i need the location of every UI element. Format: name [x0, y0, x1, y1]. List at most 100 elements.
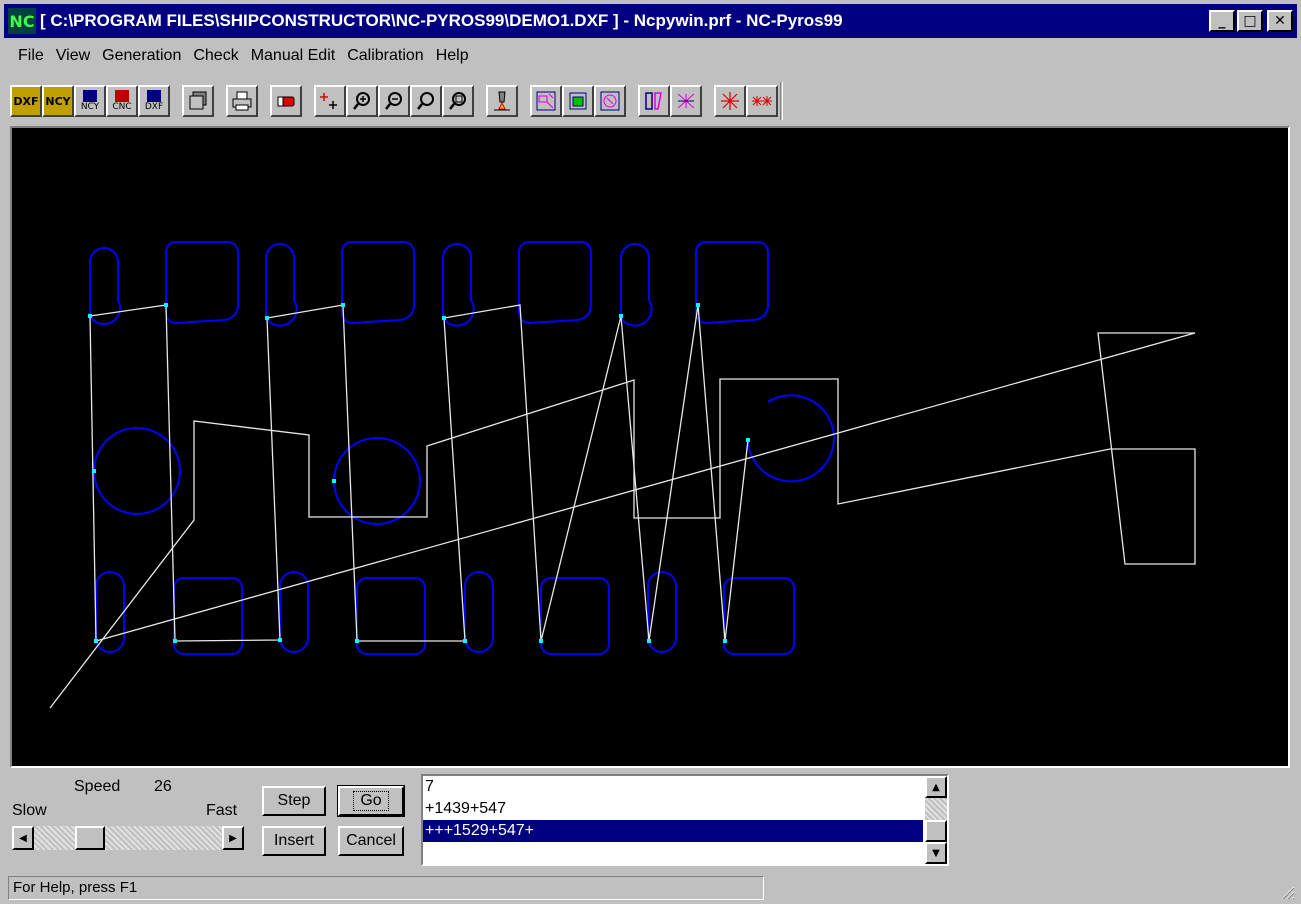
floppy-icon: [147, 90, 161, 102]
intersect-button[interactable]: [670, 85, 702, 117]
window-controls: _ □ ✕: [1209, 10, 1293, 32]
mirror-button[interactable]: [638, 85, 670, 117]
menu-bar: File View Generation Check Manual Edit C…: [0, 42, 475, 70]
open-dxf-label: DXF: [13, 94, 39, 108]
maximize-button[interactable]: □: [1237, 10, 1263, 32]
insert-button[interactable]: Insert: [262, 826, 326, 856]
step-button[interactable]: Step: [262, 786, 326, 816]
speed-slider[interactable]: ◀ ▶: [12, 826, 244, 850]
zoom-in-button[interactable]: [346, 85, 378, 117]
pierce-point: [539, 639, 543, 643]
toolbar: DXF NCY NCY CNC DXF: [10, 80, 1290, 122]
nc-drawing: [49, 241, 1196, 709]
copy-icon: [189, 91, 207, 110]
save-dxf-label: DXF: [144, 102, 164, 112]
part-outline: [341, 241, 415, 325]
zoom-all-button[interactable]: [442, 85, 474, 117]
pierce-point: [278, 638, 282, 642]
copy-button[interactable]: [182, 85, 214, 117]
rotate-icon: [600, 91, 620, 111]
menu-generation[interactable]: Generation: [96, 47, 187, 65]
save-dxf-button[interactable]: DXF: [138, 85, 170, 117]
zoom-window-icon: [417, 92, 434, 110]
pierce-point: [173, 639, 177, 643]
scroll-down-icon[interactable]: ▼: [925, 842, 947, 864]
speed-label: Speed: [74, 778, 121, 795]
pierce-point: [442, 316, 446, 320]
open-ncy-button[interactable]: NCY: [42, 85, 74, 117]
part-outline: [620, 243, 653, 327]
part-icon: [569, 92, 587, 110]
marker-icon: [721, 92, 739, 110]
scroll-up-icon[interactable]: ▲: [925, 776, 947, 798]
nc-code-list[interactable]: 7 +1439+547 +++1529+547+ ▲ ▼: [421, 774, 949, 866]
zoom-out-button[interactable]: [378, 85, 410, 117]
cancel-button[interactable]: Cancel: [338, 826, 404, 856]
zoom-in-icon: [353, 92, 370, 110]
list-item[interactable]: 7: [423, 776, 923, 798]
part-outline: [647, 571, 677, 653]
part-outline: [356, 577, 426, 655]
save-ncy-button[interactable]: NCY: [74, 85, 106, 117]
marker-button[interactable]: [714, 85, 746, 117]
pierce-point: [94, 639, 98, 643]
go-button[interactable]: Go: [337, 785, 405, 817]
print-icon: [232, 91, 252, 111]
pierce-point: [723, 639, 727, 643]
add-point-button[interactable]: [314, 85, 346, 117]
floppy-icon: [83, 90, 97, 102]
slow-label: Slow: [12, 802, 47, 819]
save-cnc-label: CNC: [112, 102, 132, 112]
list-scrollbar[interactable]: ▲ ▼: [925, 776, 947, 864]
minimize-button[interactable]: _: [1209, 10, 1235, 32]
menu-check[interactable]: Check: [187, 47, 244, 65]
eraser-icon: [277, 96, 295, 107]
slider-right-arrow-icon[interactable]: ▶: [222, 826, 244, 850]
app-icon[interactable]: NC: [8, 8, 36, 34]
menu-calibration[interactable]: Calibration: [341, 47, 429, 65]
save-ncy-label: NCY: [80, 102, 100, 112]
pierce-point: [265, 316, 269, 320]
list-item-selected[interactable]: +++1529+547+: [423, 820, 923, 842]
open-dxf-button[interactable]: DXF: [10, 85, 42, 117]
drawing-canvas[interactable]: [10, 126, 1290, 768]
part-outline: [279, 571, 309, 653]
go-label: Go: [353, 791, 389, 811]
resize-grip-icon[interactable]: [1279, 884, 1295, 900]
menu-file[interactable]: File: [12, 47, 50, 65]
save-cnc-button[interactable]: CNC: [106, 85, 138, 117]
open-ncy-label: NCY: [45, 94, 71, 108]
mirror-icon: [645, 92, 662, 110]
slider-left-arrow-icon[interactable]: ◀: [12, 826, 34, 850]
menu-manual-edit[interactable]: Manual Edit: [245, 47, 342, 65]
menu-help[interactable]: Help: [430, 47, 475, 65]
menu-view[interactable]: View: [50, 47, 96, 65]
slider-thumb[interactable]: [75, 826, 105, 850]
scroll-thumb[interactable]: [925, 820, 947, 842]
zoom-window-button[interactable]: [410, 85, 442, 117]
list-item[interactable]: +1439+547: [423, 798, 923, 820]
layout-button[interactable]: [530, 85, 562, 117]
title-bar: NC [ C:\PROGRAM FILES\SHIPCONSTRUCTOR\NC…: [0, 0, 1301, 40]
zoom-all-icon: [449, 92, 466, 110]
torch-icon: [494, 91, 510, 111]
pierce-point: [463, 639, 467, 643]
eraser-button[interactable]: [270, 85, 302, 117]
status-text: For Help, press F1: [8, 876, 764, 900]
rotate-button[interactable]: [594, 85, 626, 117]
window-title: [ C:\PROGRAM FILES\SHIPCONSTRUCTOR\NC-PY…: [40, 11, 843, 30]
pierce-point: [696, 303, 700, 307]
control-panel: Speed 26 Slow Fast ◀ ▶ Step Go Insert Ca…: [0, 770, 1301, 870]
close-button[interactable]: ✕: [1267, 10, 1293, 32]
print-button[interactable]: [226, 85, 258, 117]
pierce-point: [332, 479, 336, 483]
multi-marker-button[interactable]: [746, 85, 778, 117]
part-button[interactable]: [562, 85, 594, 117]
pierce-point: [647, 639, 651, 643]
tool-path: [49, 304, 1196, 709]
part-outline: [695, 241, 769, 325]
torch-button[interactable]: [486, 85, 518, 117]
part-outline: [464, 571, 494, 653]
list-rows: 7 +1439+547 +++1529+547+: [423, 776, 923, 842]
part-outline: [518, 241, 592, 325]
